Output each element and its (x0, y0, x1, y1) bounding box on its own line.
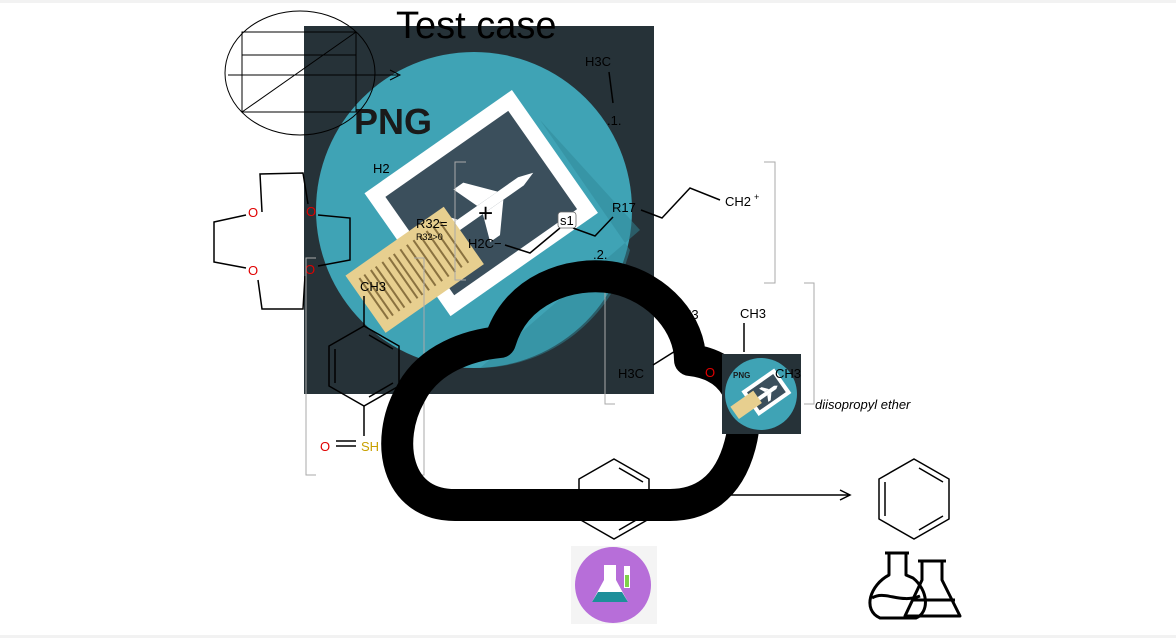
dot1-label: .1. (607, 113, 621, 128)
h3c-top-label: H3C (585, 54, 611, 69)
png-label: PNG (354, 101, 432, 142)
r17-label: R17 (612, 200, 636, 215)
svg-text:SH: SH (361, 439, 379, 454)
r32-label: R32= (416, 216, 447, 231)
svg-text:O: O (306, 204, 316, 219)
h3c-right-label: H3C (618, 366, 644, 381)
svg-text:O: O (248, 205, 258, 220)
flask-icon[interactable] (571, 546, 657, 624)
h2-label: H2 (373, 161, 390, 176)
diisopropyl-ether-label: diisopropyl ether (815, 397, 911, 412)
ch3-behind-label: CH3 (775, 366, 801, 381)
ch2-charge: + (754, 192, 759, 202)
ch2-label: CH2 (725, 194, 751, 209)
page-title: Test case (396, 5, 557, 47)
h3-partial-label: H3 (682, 307, 699, 322)
ch3-left-label: CH3 (360, 279, 386, 294)
diagram-canvas: PNG O O O O H3C .1. H2 R32= R32>0 + H2C−… (213, 10, 962, 624)
svg-text:O: O (248, 263, 258, 278)
plus-label: + (478, 198, 493, 228)
r32-sub-label: R32>0 (416, 232, 443, 242)
s1-label: s1 (560, 213, 574, 228)
o-right-label: O (705, 365, 715, 380)
product-benzene-ring (878, 458, 950, 540)
h2c-label: H2C− (468, 236, 502, 251)
png-small-label: PNG (733, 371, 750, 380)
reaction-arrow (718, 489, 852, 501)
svg-text:O: O (320, 439, 330, 454)
svg-text:O: O (305, 262, 315, 277)
lab-glassware-icon[interactable] (868, 551, 962, 620)
dot2-label: .2. (593, 247, 607, 262)
ch3-right-label: CH3 (740, 306, 766, 321)
